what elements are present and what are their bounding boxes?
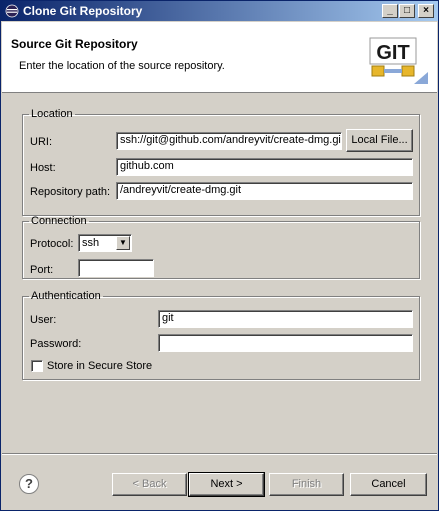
user-input[interactable]: git	[158, 310, 413, 328]
wizard-body: Location URI: ssh://git@github.com/andre…	[2, 93, 437, 453]
maximize-button[interactable]: □	[399, 4, 415, 18]
cancel-button[interactable]: Cancel	[350, 473, 427, 496]
back-button[interactable]: < Back	[112, 473, 187, 496]
host-label: Host:	[30, 162, 56, 174]
password-input[interactable]	[158, 334, 413, 352]
footer-separator	[2, 453, 437, 455]
wizard-header: Source Git Repository Enter the location…	[2, 22, 437, 93]
port-label: Port:	[30, 264, 54, 276]
user-label: User:	[30, 314, 57, 326]
connection-legend: Connection	[31, 215, 87, 227]
protocol-value: ssh	[82, 237, 100, 249]
page-title: Source Git Repository	[11, 37, 138, 51]
git-logo-icon: GIT	[369, 37, 428, 84]
port-input[interactable]	[78, 259, 154, 277]
window-title: Clone Git Repository	[23, 4, 143, 18]
page-description: Enter the location of the source reposit…	[19, 60, 225, 72]
store-secure-label: Store in Secure Store	[47, 360, 153, 372]
repo-path-input[interactable]: /andreyvit/create-dmg.git	[116, 182, 413, 200]
minimize-button[interactable]: _	[382, 4, 398, 18]
chevron-down-icon[interactable]: ▼	[116, 236, 130, 250]
finish-button[interactable]: Finish	[269, 473, 344, 496]
help-icon[interactable]: ?	[19, 474, 39, 494]
repo-path-label: Repository path:	[30, 186, 111, 198]
host-input[interactable]: github.com	[116, 158, 413, 176]
uri-input[interactable]: ssh://git@github.com/andreyvit/create-dm…	[116, 132, 342, 150]
clone-git-dialog: Clone Git Repository _ □ × Source Git Re…	[0, 0, 439, 511]
uri-label: URI:	[30, 136, 52, 148]
authentication-legend: Authentication	[31, 290, 101, 302]
store-secure-checkbox[interactable]	[31, 360, 43, 372]
protocol-label: Protocol:	[30, 238, 74, 250]
protocol-select[interactable]: ssh ▼	[78, 234, 132, 252]
location-legend: Location	[31, 108, 73, 120]
next-button[interactable]: Next >	[188, 472, 265, 497]
title-bar[interactable]: Clone Git Repository _ □ ×	[1, 1, 438, 21]
password-label: Password:	[30, 338, 82, 350]
git-logo-text: GIT	[376, 42, 409, 64]
eclipse-icon	[5, 4, 19, 18]
close-button[interactable]: ×	[418, 4, 434, 18]
local-file-button[interactable]: Local File...	[346, 129, 413, 152]
